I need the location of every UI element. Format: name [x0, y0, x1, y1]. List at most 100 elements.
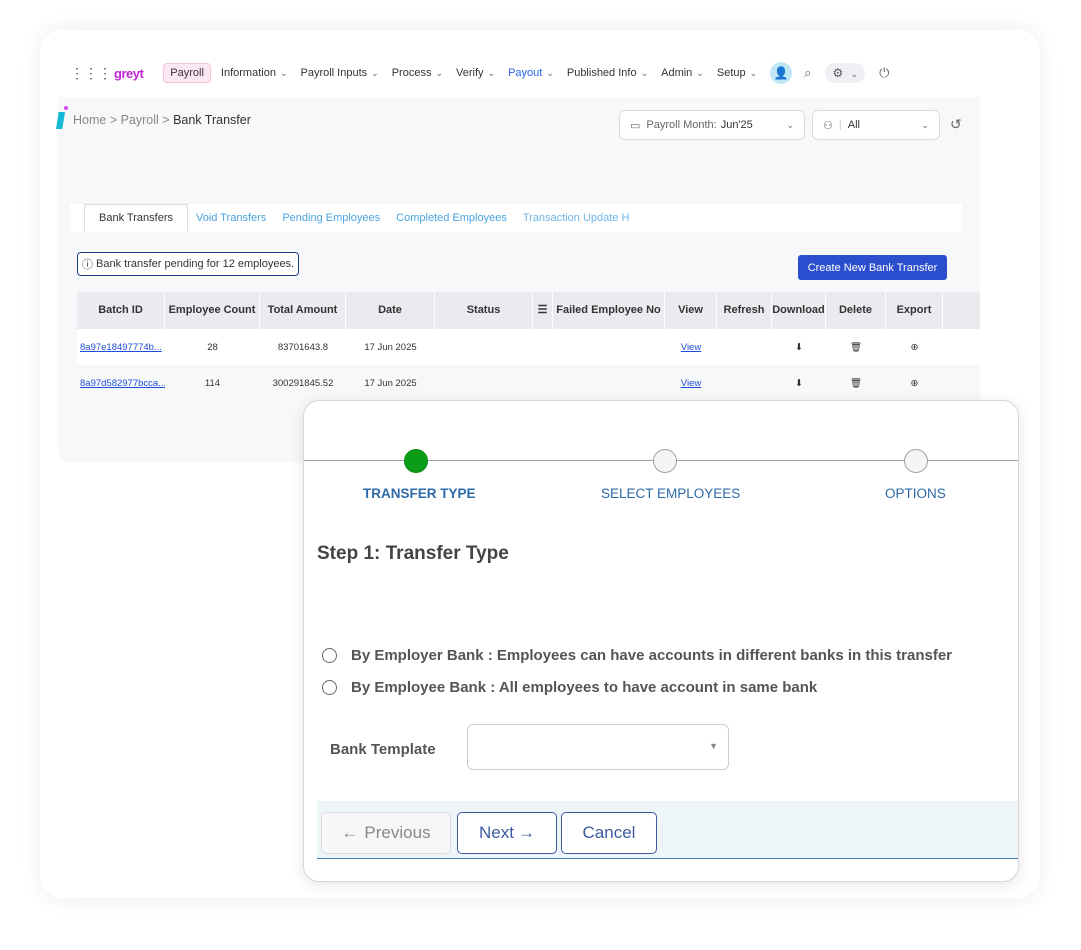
- download-icon[interactable]: ⬇: [772, 378, 826, 389]
- divider: |: [838, 119, 842, 131]
- app-grid-icon[interactable]: ⋮⋮⋮: [70, 65, 112, 82]
- chevron-down-icon: ⌄: [487, 68, 496, 78]
- download-icon[interactable]: ⬇: [772, 342, 826, 353]
- next-button[interactable]: Next →: [457, 812, 557, 854]
- breadcrumb-home[interactable]: Home: [73, 113, 106, 127]
- col-total-amount[interactable]: Total Amount: [260, 292, 346, 329]
- breadcrumb-separator: >: [158, 113, 174, 127]
- payroll-month-value: Jun'25: [720, 119, 753, 131]
- settings-menu[interactable]: ⚙ ⌄: [825, 63, 866, 83]
- nav-process[interactable]: Process ⌄: [392, 67, 443, 79]
- nav-information[interactable]: Information ⌄: [221, 67, 288, 79]
- step-title: Step 1: Transfer Type: [317, 543, 509, 564]
- employer-bank-option[interactable]: By Employer Bank : Employees can have ac…: [322, 647, 952, 664]
- chevron-down-icon: ⌄: [749, 68, 758, 78]
- arrow-left-icon: ←: [341, 823, 359, 842]
- batch-id-link[interactable]: 8a97e18497774b...: [77, 342, 165, 353]
- nav-payroll-inputs[interactable]: Payroll Inputs ⌄: [301, 67, 379, 79]
- tab-void-transfers[interactable]: Void Transfers: [188, 212, 274, 224]
- col-employee-count[interactable]: Employee Count: [165, 292, 260, 329]
- bank-template-select[interactable]: ▼: [467, 724, 729, 770]
- pending-transfer-text: Bank transfer pending for 12 employees.: [96, 258, 295, 270]
- chevron-down-icon: ⌄: [279, 68, 288, 78]
- step-2-indicator: [653, 449, 677, 473]
- greyt-logo[interactable]: greyt: [114, 66, 144, 81]
- user-avatar[interactable]: 👤: [770, 62, 793, 84]
- employee-count: 28: [207, 341, 218, 353]
- employee-bank-option[interactable]: By Employee Bank : All employees to have…: [322, 679, 817, 696]
- breadcrumb: Home > Payroll > Bank Transfer: [73, 113, 251, 127]
- breadcrumb-separator: >: [106, 113, 121, 127]
- radio-button[interactable]: [322, 648, 337, 663]
- export-icon[interactable]: ⊕: [886, 378, 943, 389]
- export-icon[interactable]: ⊕: [886, 342, 943, 353]
- column-menu-icon[interactable]: ☰: [533, 292, 553, 329]
- delete-icon[interactable]: 🗑: [826, 378, 886, 389]
- col-delete[interactable]: Delete: [826, 292, 886, 329]
- tab-pending-employees[interactable]: Pending Employees: [274, 212, 388, 224]
- nav-payout[interactable]: Payout ⌄: [508, 67, 554, 79]
- info-icon: ⓘ: [82, 259, 93, 271]
- create-bank-transfer-button[interactable]: Create New Bank Transfer: [798, 255, 947, 280]
- employee-count: 114: [204, 377, 221, 389]
- previous-label: Previous: [364, 823, 431, 842]
- step-3-label: OPTIONS: [885, 486, 946, 501]
- chevron-down-icon: ⌄: [696, 68, 704, 78]
- col-view[interactable]: View: [665, 292, 717, 329]
- table-header: Batch ID Employee Count Total Amount Dat…: [77, 292, 980, 329]
- pending-transfer-badge: ⓘ Bank transfer pending for 12 employees…: [77, 252, 300, 276]
- chevron-down-icon: ⌄: [786, 119, 794, 130]
- nav-setup[interactable]: Setup ⌄: [717, 67, 757, 79]
- wizard-footer: ← Previous Next → Cancel: [317, 801, 1018, 859]
- step-1-indicator: [404, 449, 428, 473]
- tab-completed-employees[interactable]: Completed Employees: [388, 212, 515, 224]
- chevron-down-icon: ⌄: [546, 68, 554, 78]
- nav-process-label: Process: [391, 67, 432, 79]
- nav-information-label: Information: [220, 67, 276, 79]
- breadcrumb-current: Bank Transfer: [173, 113, 251, 127]
- nav-admin[interactable]: Admin ⌄: [661, 67, 704, 79]
- tab-bank-transfers[interactable]: Bank Transfers: [84, 204, 188, 232]
- view-link[interactable]: View: [681, 378, 701, 389]
- nav-setup-label: Setup: [716, 67, 746, 79]
- payroll-month-select[interactable]: ▭ Payroll Month: Jun'25 ⌄: [619, 110, 805, 140]
- nav-published-info-label: Published Info: [566, 67, 637, 79]
- gear-icon: ⚙: [832, 66, 844, 80]
- tab-transaction-update[interactable]: Transaction Update H: [515, 212, 638, 224]
- total-amount: 300291845.52: [272, 377, 334, 389]
- chevron-down-icon: ⌄: [850, 69, 859, 79]
- calendar-icon: ▭: [630, 119, 641, 132]
- view-link[interactable]: View: [681, 342, 701, 353]
- col-status[interactable]: Status: [435, 292, 533, 329]
- breadcrumb-payroll[interactable]: Payroll: [121, 113, 159, 127]
- total-amount: 83701643.8: [277, 341, 329, 353]
- employee-bank-label: By Employee Bank : All employees to have…: [351, 679, 818, 696]
- nav-verify-label: Verify: [456, 67, 484, 79]
- col-export[interactable]: Export: [886, 292, 943, 329]
- nav-verify[interactable]: Verify ⌄: [456, 67, 495, 79]
- step-2-label: SELECT EMPLOYEES: [601, 486, 741, 501]
- step-3-indicator: [904, 449, 928, 473]
- previous-button[interactable]: ← Previous: [321, 812, 451, 854]
- employee-group-select[interactable]: ⚇ | All ⌄: [812, 110, 940, 140]
- employer-bank-label: By Employer Bank : Employees can have ac…: [351, 647, 953, 664]
- nav-payroll[interactable]: Payroll: [163, 63, 211, 83]
- col-date[interactable]: Date: [346, 292, 435, 329]
- transfer-date: 17 Jun 2025: [364, 377, 417, 389]
- view-cell: View: [665, 378, 717, 389]
- history-icon[interactable]: ↺: [950, 116, 962, 133]
- search-icon[interactable]: ⌕: [804, 65, 811, 81]
- delete-icon[interactable]: 🗑: [826, 342, 886, 353]
- col-failed-employee-no[interactable]: Failed Employee No: [553, 292, 665, 329]
- col-download[interactable]: Download: [772, 292, 826, 329]
- radio-button[interactable]: [322, 680, 337, 695]
- brand-accent-dot: [64, 106, 68, 110]
- nav-published-info[interactable]: Published Info ⌄: [567, 67, 648, 79]
- top-navigation: ⋮⋮⋮ greyt Payroll Information ⌄ Payroll I…: [58, 52, 980, 94]
- batch-id-link[interactable]: 8a97d582977bcca...: [77, 378, 165, 389]
- employee-group-value: All: [847, 119, 860, 131]
- col-refresh[interactable]: Refresh: [717, 292, 772, 329]
- col-batch-id[interactable]: Batch ID: [77, 292, 165, 329]
- cancel-button[interactable]: Cancel: [561, 812, 657, 854]
- power-icon[interactable]: ⏻: [879, 65, 889, 81]
